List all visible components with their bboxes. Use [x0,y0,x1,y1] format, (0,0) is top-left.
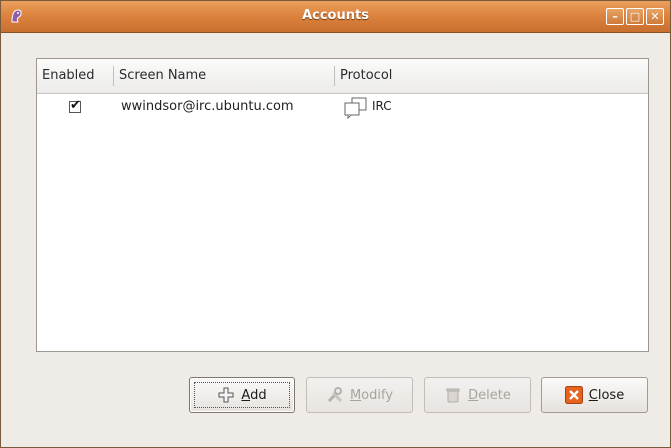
modify-button-label: Modify [349,387,394,403]
add-button[interactable]: Add [189,377,295,413]
plus-icon [218,387,234,403]
modify-button[interactable]: Modify [306,377,413,413]
maximize-button[interactable]: □ [626,8,644,25]
close-window-button[interactable]: ✕ [646,8,664,25]
minimize-icon: – [612,10,618,23]
close-x-icon [564,386,583,404]
window-title: Accounts [302,8,369,23]
accounts-list[interactable]: Enabled Screen Name Protocol ✔ wwindsor@… [36,58,649,352]
maximize-icon: □ [629,10,641,23]
column-header-enabled[interactable]: Enabled [37,59,113,93]
close-icon: ✕ [650,10,660,23]
trash-icon [446,388,460,403]
delete-button-label: Delete [468,387,511,403]
protocol-cell: IRC [372,99,392,113]
minimize-button[interactable]: – [606,8,624,25]
close-button[interactable]: Close [541,377,648,413]
list-header: Enabled Screen Name Protocol [37,59,648,94]
close-button-label: Close [588,387,625,403]
table-row[interactable]: ✔ wwindsor@irc.ubuntu.com IRC [37,93,648,121]
titlebar[interactable]: Accounts – □ ✕ [1,1,670,33]
column-header-protocol[interactable]: Protocol [335,59,648,93]
column-header-screen-name[interactable]: Screen Name [114,59,334,93]
tools-icon [327,387,343,403]
add-button-label: Add [241,387,267,403]
enabled-checkbox[interactable]: ✔ [69,98,81,113]
delete-button[interactable]: Delete [424,377,531,413]
screen-name-cell: wwindsor@irc.ubuntu.com [121,99,294,114]
accounts-window: Accounts – □ ✕ Enabled Screen Name Proto… [0,0,671,448]
checkmark-icon: ✔ [70,98,81,113]
irc-chat-icon [344,97,367,119]
